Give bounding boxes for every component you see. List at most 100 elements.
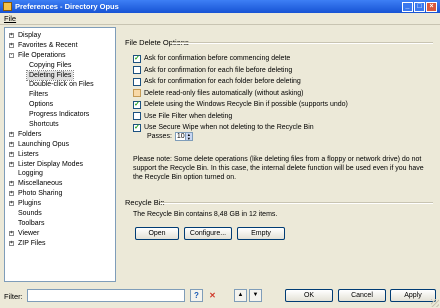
tree-item[interactable]: Shortcuts [5, 120, 115, 130]
collapse-icon[interactable]: - [9, 52, 14, 58]
passes-row: Passes: 10 ▲ ▼ [147, 132, 193, 141]
tree-item-label: Display [18, 32, 41, 39]
passes-label: Passes: [147, 133, 172, 140]
bottom-bar: Filter: ? ✕ ▲ ▼ OK Cancel Apply [0, 287, 440, 308]
maximize-button[interactable]: □ [414, 1, 425, 12]
tree-item-label: Sounds [18, 210, 42, 218]
checkbox-unchecked-icon[interactable] [133, 89, 141, 97]
move-down-icon[interactable]: ▼ [249, 289, 262, 302]
tree-item[interactable]: Progress Indicators [5, 110, 115, 120]
expand-icon[interactable]: + [9, 191, 14, 197]
apply-button[interactable]: Apply [390, 289, 436, 302]
delete-option[interactable]: ✓ Ask for confirmation before commencing … [133, 54, 290, 63]
tree-item[interactable]: + Launching Opus [5, 140, 115, 150]
tree-item-label: Folders [18, 130, 42, 138]
cancel-button-label: Cancel [351, 292, 373, 299]
empty-button-label: Empty [251, 230, 271, 237]
checkbox-checked-icon[interactable]: ✓ [133, 123, 141, 132]
clear-filter-icon[interactable]: ✕ [206, 289, 219, 302]
expand-icon[interactable]: + [9, 201, 14, 207]
tree-item-label: Double-click on Files [29, 81, 94, 89]
filter-input[interactable] [27, 289, 185, 302]
tree-item-label: Plugins [18, 200, 41, 208]
tree-item-label: Deleting Files [25, 69, 75, 82]
delete-option[interactable]: Delete read-only files automatically (wi… [133, 89, 304, 98]
expand-icon[interactable]: + [9, 230, 14, 236]
configure-button[interactable]: Configure... [184, 227, 232, 240]
expand-icon[interactable]: + [9, 131, 14, 137]
expand-icon[interactable]: + [9, 42, 14, 48]
tree-item[interactable]: + Viewer [5, 229, 115, 239]
spin-arrows-icon[interactable]: ▲ ▼ [184, 133, 192, 140]
passes-stepper[interactable]: 10 ▲ ▼ [174, 132, 193, 141]
delete-option-label: Delete read-only files automatically (wi… [144, 89, 304, 97]
tree-item[interactable]: + Folders [5, 130, 115, 140]
help-icon[interactable]: ? [190, 289, 203, 302]
preferences-window: Preferences - Directory Opus _ □ × File … [0, 0, 440, 308]
divider [172, 42, 433, 44]
tree-item[interactable]: Deleting Files [5, 69, 115, 82]
expand-icon[interactable]: + [9, 240, 14, 246]
empty-button[interactable]: Empty [237, 227, 285, 240]
minimize-button[interactable]: _ [402, 1, 413, 12]
tree-item[interactable]: + Listers [5, 150, 115, 160]
tree-item-label: Favorites & Recent [18, 41, 78, 49]
tree-item-label: Copying Files [29, 61, 72, 69]
delete-option[interactable]: Use File Filter when deleting [133, 112, 232, 121]
checkbox-unchecked-icon[interactable] [133, 112, 141, 120]
delete-option-label: Use Secure Wipe when not deleting to the… [144, 124, 314, 131]
tree-item[interactable]: + Lister Display Modes [5, 160, 115, 170]
expand-icon[interactable]: + [9, 33, 14, 38]
expand-icon[interactable]: + [9, 161, 14, 167]
tree-item[interactable]: + Favorites & Recent [5, 41, 115, 51]
checkbox-unchecked-icon[interactable] [133, 66, 141, 74]
title-bar[interactable]: Preferences - Directory Opus _ □ × [0, 0, 440, 13]
delete-option[interactable]: ✓ Use Secure Wipe when not deleting to th… [133, 123, 314, 132]
resize-grip[interactable] [431, 299, 439, 307]
tree-item-label: ZIP Files [18, 239, 46, 247]
tree-item[interactable]: - File Operations [5, 51, 115, 61]
close-button[interactable]: × [426, 1, 437, 12]
delete-option[interactable]: Ask for confirmation for each file befor… [133, 66, 292, 75]
tree-item[interactable]: + Miscellaneous [5, 179, 115, 189]
delete-option[interactable]: ✓ Delete using the Windows Recycle Bin if… [133, 100, 348, 109]
passes-value: 10 [176, 133, 185, 140]
tree-item[interactable]: Toolbars [5, 219, 115, 229]
tree-item[interactable]: Options [5, 100, 115, 110]
tree-item[interactable]: Logging [5, 169, 115, 179]
app-icon [3, 2, 12, 11]
tree-item[interactable]: + ZIP Files [5, 239, 115, 249]
expand-icon[interactable]: + [9, 141, 14, 147]
tree-item[interactable]: + Display [5, 31, 115, 41]
tree-item[interactable]: Double-click on Files [5, 80, 115, 90]
menu-file[interactable]: File [4, 14, 16, 23]
cancel-button[interactable]: Cancel [338, 289, 386, 302]
tree-item[interactable]: Copying Files [5, 61, 115, 71]
checkbox-unchecked-icon[interactable] [133, 77, 141, 86]
open-button-label: Open [148, 230, 166, 237]
configure-button-label: Configure... [189, 230, 227, 237]
tree-item-label: Toolbars [18, 219, 45, 227]
filter-label: Filter: [4, 292, 23, 301]
tree-item[interactable]: Sounds [5, 209, 115, 219]
tree-item[interactable]: Filters [5, 90, 115, 100]
open-button[interactable]: Open [135, 227, 179, 240]
apply-button-label: Apply [404, 292, 422, 299]
tree-item[interactable]: + Plugins [5, 199, 115, 209]
preferences-tree[interactable]: + Display + Favorites & Recent - File Operati… [4, 27, 116, 282]
delete-option-label: Use File Filter when deleting [144, 112, 233, 120]
delete-option-label: Delete using the Windows Recycle Bin if … [144, 101, 348, 108]
move-up-icon[interactable]: ▲ [234, 289, 247, 302]
ok-button[interactable]: OK [285, 289, 333, 302]
tree-item-label: Miscellaneous [18, 180, 63, 188]
tree-item[interactable]: + Photo Sharing [5, 189, 115, 199]
expand-icon[interactable]: + [9, 181, 14, 187]
tree-item-label: File Operations [18, 51, 66, 59]
menu-bar: File [0, 13, 440, 25]
checkbox-checked-icon[interactable]: ✓ [133, 54, 141, 63]
expand-icon[interactable]: + [9, 151, 14, 157]
delete-option[interactable]: Ask for confirmation for each folder bef… [133, 77, 301, 86]
ok-button-label: OK [303, 292, 315, 299]
checkbox-checked-icon[interactable]: ✓ [133, 100, 141, 109]
delete-option-label: Ask for confirmation for each file befor… [144, 66, 293, 74]
